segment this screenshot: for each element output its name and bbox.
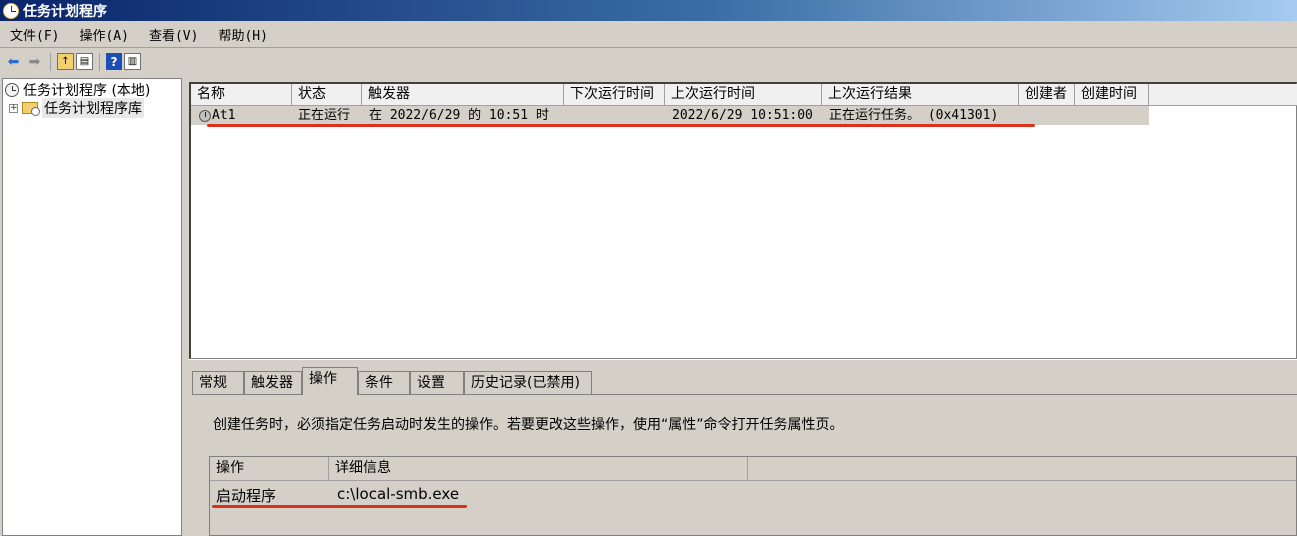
column-header-filler — [748, 457, 1296, 481]
tab-actions[interactable]: 操作 — [302, 367, 358, 395]
expand-icon[interactable]: + — [9, 103, 18, 113]
task-trigger: 在 2022/6/29 的 10:51 时 — [369, 108, 549, 123]
show-hide-action-pane-icon[interactable]: ▥ — [124, 53, 141, 70]
menu-file[interactable]: 文件(F) — [0, 25, 69, 44]
action-details[interactable]: c:\local-smb.exe — [337, 485, 459, 503]
show-hide-tree-icon[interactable]: ▤ — [76, 53, 93, 70]
task-last-result: 正在运行任务。 (0x41301) — [829, 108, 999, 123]
toolbar-separator — [50, 52, 51, 71]
horizontal-splitter[interactable] — [189, 359, 1297, 365]
clock-icon — [5, 83, 19, 97]
annotation-underline — [212, 505, 467, 508]
column-header-status[interactable]: 状态 — [292, 84, 362, 106]
column-header-author[interactable]: 创建者 — [1019, 84, 1075, 106]
toolbar: ⬅ ➡ ↑ ▤ ? ▥ — [0, 49, 1297, 74]
column-header-details[interactable]: 详细信息 — [329, 457, 748, 481]
action-type[interactable]: 启动程序 — [216, 485, 276, 506]
tree-library-label: 任务计划程序库 — [42, 98, 144, 118]
tab-conditions[interactable]: 条件 — [358, 371, 410, 394]
column-header-created[interactable]: 创建时间 — [1075, 84, 1149, 106]
column-header-trigger[interactable]: 触发器 — [362, 84, 564, 106]
help-icon[interactable]: ? — [106, 53, 122, 70]
tree-item-root[interactable]: 任务计划程序 (本地) — [5, 80, 150, 100]
up-folder-icon[interactable]: ↑ — [57, 53, 74, 70]
menu-view[interactable]: 查看(V) — [139, 25, 208, 44]
task-list: 名称 状态 触发器 下次运行时间 上次运行时间 上次运行结果 创建者 创建时间 … — [189, 82, 1297, 359]
navigation-tree: 任务计划程序 (本地) + 任务计划程序库 — [2, 78, 182, 536]
title-bar: 任务计划程序 — [0, 0, 1297, 21]
task-name: At1 — [212, 108, 236, 123]
task-clock-icon — [199, 110, 211, 122]
tab-history[interactable]: 历史记录(已禁用) — [464, 371, 592, 394]
detail-tabs: 常规 触发器 操作 条件 设置 历史记录(已禁用) — [192, 367, 1297, 395]
vertical-splitter[interactable] — [182, 76, 188, 536]
folder-clock-icon — [22, 102, 40, 116]
window-title: 任务计划程序 — [23, 3, 107, 20]
tree-item-library[interactable]: + 任务计划程序库 — [9, 98, 144, 118]
column-header-filler — [1149, 84, 1297, 106]
actions-grid: 操作 详细信息 启动程序 c:\local-smb.exe — [209, 456, 1297, 536]
annotation-underline — [207, 124, 1035, 127]
tab-settings[interactable]: 设置 — [410, 371, 464, 394]
column-header-last-result[interactable]: 上次运行结果 — [822, 84, 1019, 106]
forward-arrow-icon[interactable]: ➡ — [25, 52, 44, 71]
column-header-name[interactable]: 名称 — [191, 84, 292, 106]
task-scheduler-icon — [3, 2, 19, 19]
column-header-action[interactable]: 操作 — [210, 457, 329, 481]
column-header-next-run[interactable]: 下次运行时间 — [564, 84, 665, 106]
actions-description: 创建任务时，必须指定任务启动时发生的操作。若要更改这些操作，使用“属性”命令打开… — [213, 417, 844, 433]
tab-triggers[interactable]: 触发器 — [244, 371, 302, 394]
task-last-run: 2022/6/29 10:51:00 — [672, 108, 813, 123]
menu-bar: 文件(F) 操作(A) 查看(V) 帮助(H) — [0, 22, 1297, 48]
tree-root-label: 任务计划程序 (本地) — [23, 83, 151, 99]
toolbar-separator — [99, 52, 100, 71]
tab-general[interactable]: 常规 — [192, 371, 244, 394]
back-arrow-icon[interactable]: ⬅ — [4, 52, 23, 71]
menu-help[interactable]: 帮助(H) — [208, 25, 277, 44]
column-header-last-run[interactable]: 上次运行时间 — [665, 84, 822, 106]
task-status: 正在运行 — [298, 108, 351, 123]
menu-action[interactable]: 操作(A) — [69, 25, 138, 44]
